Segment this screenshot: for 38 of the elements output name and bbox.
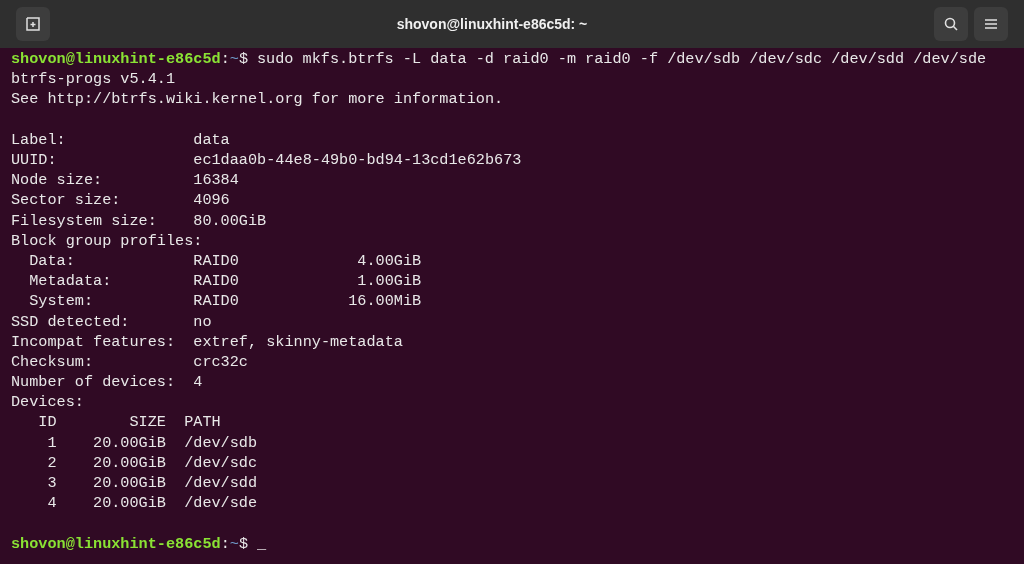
new-tab-button[interactable] <box>16 7 50 41</box>
terminal-line: btrfs-progs v5.4.1 <box>11 69 176 90</box>
terminal-line: Label: data <box>11 129 230 150</box>
prompt-path: ~ <box>229 49 239 70</box>
terminal-line: 4 20.00GiB /dev/sde <box>46 493 258 514</box>
prompt-user-host: shovon@linuxhint-e86c5d <box>11 49 221 70</box>
terminal-line: ID SIZE PATH <box>37 412 221 433</box>
terminal-line: See http://btrfs.wiki.kernel.org for more information. <box>11 89 504 110</box>
terminal-line: Metadata: RAID0 1.00GiB <box>28 271 422 292</box>
terminal-line: UUID: ec1daa0b-44e8-49b0-bd94-13cd1e62b673 <box>11 150 522 171</box>
terminal-line: Checksum: crc32c <box>11 351 248 372</box>
prompt-user-host: shovon@linuxhint-e86c5d <box>11 533 221 554</box>
window-title: shovon@linuxhint-e86c5d: ~ <box>396 14 588 34</box>
terminal-line: Block group profiles: <box>11 230 203 251</box>
terminal-line: Sector size: 4096 <box>11 190 230 211</box>
terminal-line: SSD detected: no <box>11 311 212 332</box>
command-text: sudo mkfs.btrfs -L data -d raid0 -m raid0 -f /dev/sdb /dev/sdc /dev/sdd /dev/sde <box>257 49 987 70</box>
menu-icon <box>985 19 997 29</box>
terminal-line: Data: RAID0 4.00GiB <box>28 250 422 271</box>
prompt-symbol: $ <box>238 49 248 70</box>
terminal-line: Filesystem size: 80.00GiB <box>11 210 267 231</box>
cursor: _ <box>257 533 267 554</box>
prompt-separator: : <box>220 533 230 554</box>
terminal-line: 1 20.00GiB /dev/sdb <box>46 432 258 453</box>
search-icon <box>944 17 958 31</box>
menu-button[interactable] <box>974 7 1008 41</box>
new-tab-icon <box>26 17 40 31</box>
terminal-line: Number of devices: 4 <box>11 372 203 393</box>
terminal-line: Devices: <box>11 392 84 413</box>
prompt-separator: : <box>220 49 230 70</box>
terminal-line: Incompat features: extref, skinny-metadata <box>11 331 403 352</box>
terminal-line: System: RAID0 16.00MiB <box>28 291 422 312</box>
prompt-path: ~ <box>229 533 239 554</box>
terminal-line: 2 20.00GiB /dev/sdc <box>46 452 258 473</box>
search-button[interactable] <box>934 7 968 41</box>
terminal-line: Node size: 16384 <box>11 170 239 191</box>
terminal-line: 3 20.00GiB /dev/sdd <box>46 473 258 494</box>
prompt-symbol: $ <box>238 533 248 554</box>
